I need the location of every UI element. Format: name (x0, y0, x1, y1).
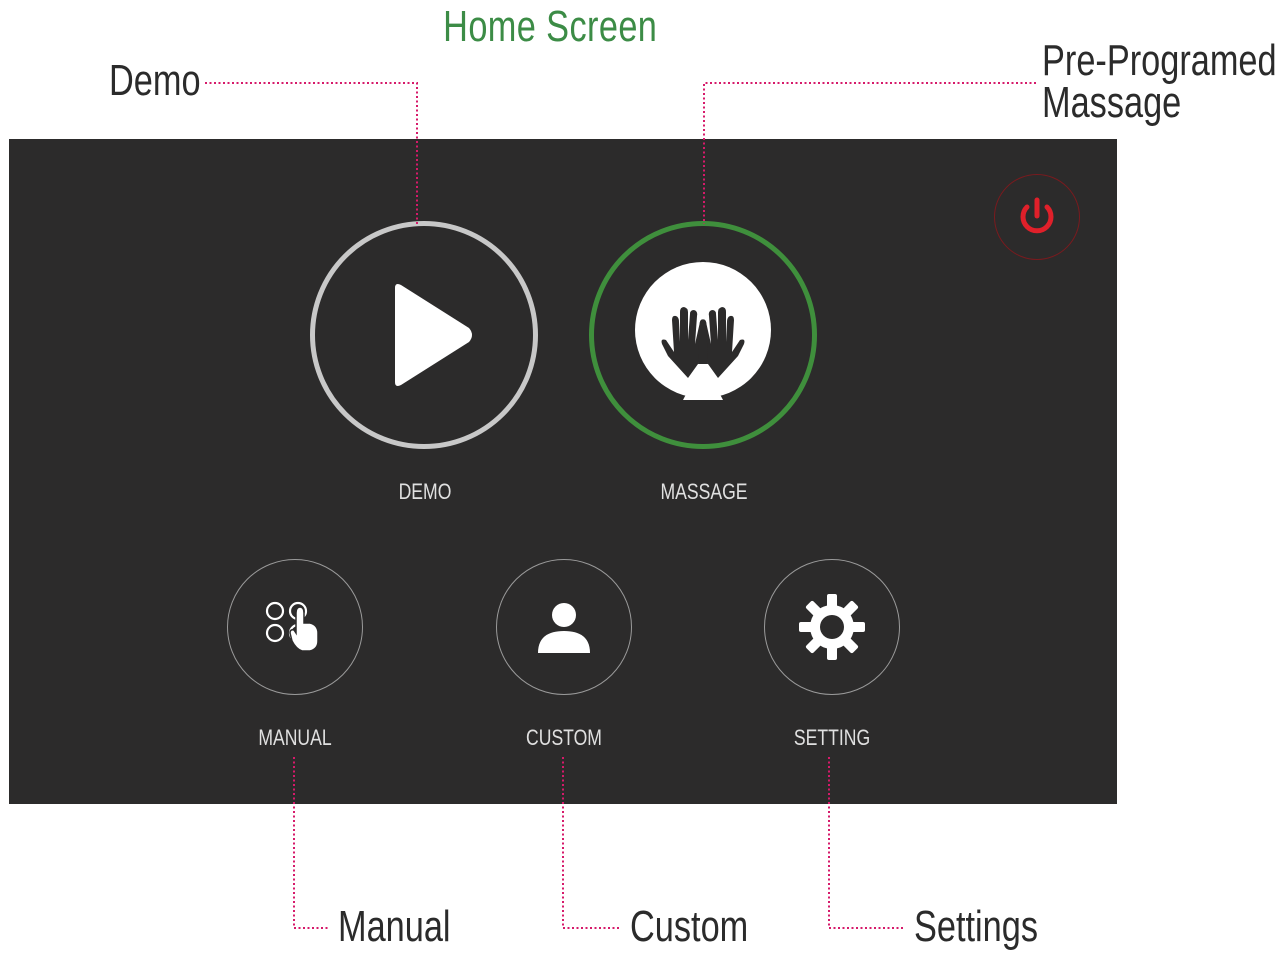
diagram-title: Home Screen (443, 2, 658, 51)
gear-icon (799, 594, 865, 660)
manual-button[interactable] (227, 559, 363, 695)
massage-button-label: MASSAGE (660, 479, 748, 504)
user-icon (538, 603, 590, 653)
power-button[interactable] (994, 174, 1080, 260)
device-screen: DEMO MASSAGE MANUAL CUSTOM SETTING (9, 139, 1117, 804)
hands-icon (635, 262, 771, 400)
callout-pre-programed: Pre-Programed Massage (1042, 36, 1277, 127)
demo-button-label: DEMO (398, 479, 452, 504)
callout-pre-programed-line2: Massage (1042, 78, 1182, 127)
play-icon (395, 284, 472, 386)
callout-demo: Demo (109, 56, 201, 105)
touch-grid-icon (265, 601, 319, 652)
custom-button-label: CUSTOM (526, 725, 602, 750)
demo-button[interactable] (310, 221, 538, 449)
manual-button-label: MANUAL (258, 725, 332, 750)
callout-manual: Manual (338, 902, 451, 951)
custom-button[interactable] (496, 559, 632, 695)
callout-settings: Settings (914, 902, 1039, 951)
power-icon (1020, 197, 1054, 234)
setting-button[interactable] (764, 559, 900, 695)
callout-pre-programed-line1: Pre-Programed (1042, 36, 1277, 85)
massage-button[interactable] (589, 221, 817, 449)
setting-button-label: SETTING (793, 725, 871, 750)
callout-custom: Custom (630, 902, 749, 951)
